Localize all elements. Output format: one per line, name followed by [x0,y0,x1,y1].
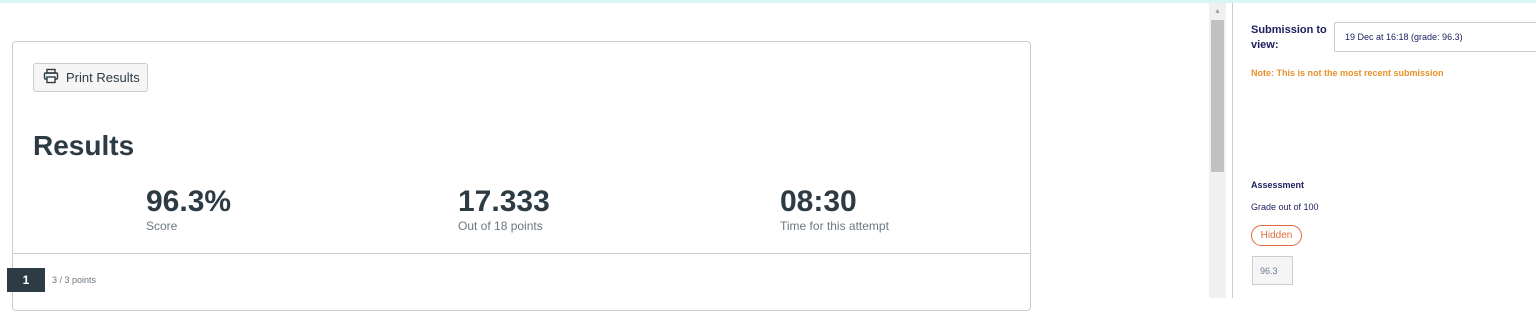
results-card: Print Results Results 96.3% Score 17.333… [12,41,1031,311]
card-divider [13,253,1030,254]
grading-panel: Submission to view: 19 Dec at 16:18 (gra… [1233,3,1536,298]
scroll-thumb[interactable] [1211,20,1224,172]
grade-out-of-label: Grade out of 100 [1251,202,1319,212]
hidden-status-badge[interactable]: Hidden [1251,225,1302,246]
score-value: 96.3% [146,185,232,218]
stat-time: 08:30 Time for this attempt [780,185,889,233]
question-points: 3 / 3 points [52,275,97,285]
print-results-label: Print Results [66,70,140,85]
printer-icon [43,68,59,87]
stat-score: 96.3% Score [146,185,231,233]
print-results-button[interactable]: Print Results [33,63,148,92]
results-main: Print Results Results 96.3% Score 17.333… [0,3,1209,311]
assessment-heading: Assessment [1251,180,1305,190]
stat-points: 17.333 Out of 18 points [458,185,550,233]
submission-to-view-label: Submission to view: [1251,24,1327,51]
time-value: 08:30 [780,185,857,218]
submission-select[interactable]: 19 Dec at 16:18 (grade: 96.3) [1334,22,1536,52]
time-label: Time for this attempt [780,219,889,233]
scroll-up-arrow-icon[interactable]: ▲ [1209,3,1226,20]
score-label: Score [146,219,178,233]
grade-input[interactable]: 96.3 [1252,256,1293,285]
points-value: 17.333 [458,185,550,218]
question-number-badge[interactable]: 1 [7,268,45,292]
vertical-scrollbar[interactable]: ▲ [1209,3,1226,298]
points-label: Out of 18 points [458,219,543,233]
not-recent-note: Note: This is not the most recent submis… [1251,68,1444,78]
results-heading: Results [33,130,135,161]
